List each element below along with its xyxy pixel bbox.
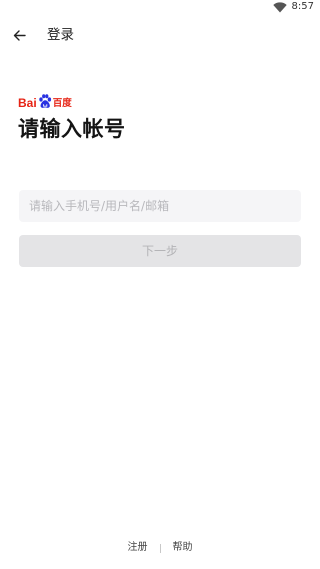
app-title: 登录 — [47, 27, 74, 43]
account-input[interactable] — [19, 190, 301, 222]
register-link[interactable]: 注册 — [128, 541, 148, 555]
next-button[interactable]: 下一步 — [19, 235, 301, 267]
footer-links: 注册 帮助 — [0, 541, 320, 555]
page-heading: 请输入帐号 — [18, 117, 126, 141]
baidu-logo: Bai 百度 — [18, 93, 72, 109]
status-indicators: 8:57 — [272, 1, 314, 13]
arrow-left-icon — [13, 29, 26, 41]
logo-text-chinese: 百度 — [52, 98, 72, 109]
status-bar: 8:57 — [0, 0, 320, 16]
wifi-icon — [272, 1, 287, 13]
footer-divider — [159, 543, 161, 553]
help-link[interactable]: 帮助 — [173, 541, 193, 555]
app-bar: 登录 — [0, 22, 320, 48]
back-button[interactable] — [9, 25, 29, 45]
baidu-paw-icon — [38, 94, 51, 108]
logo-text-latin: Bai — [18, 96, 37, 110]
status-time: 8:57 — [291, 1, 314, 12]
